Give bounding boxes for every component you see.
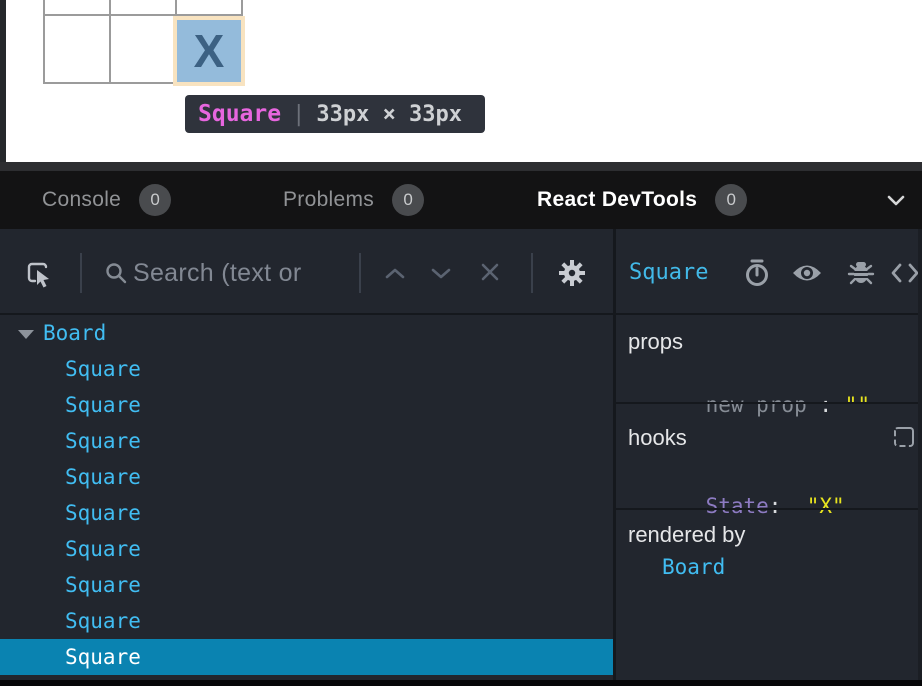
select-cursor-icon — [24, 259, 54, 289]
tree-row-square[interactable]: Square — [0, 387, 613, 423]
board-cell[interactable] — [111, 16, 175, 82]
inspect-element-button[interactable] — [23, 258, 55, 290]
tab-badge: 0 — [715, 184, 747, 216]
section-divider — [616, 402, 922, 404]
state-hook-value[interactable]: "X" — [807, 494, 845, 518]
new-prop-row[interactable]: new prop : "" — [655, 365, 870, 446]
bug-icon — [847, 258, 875, 288]
size-tooltip: Square | 33px × 33px — [185, 95, 485, 133]
window-bottom-edge — [0, 680, 922, 686]
tree-row-square[interactable]: Square — [0, 567, 613, 603]
components-tree: Board Square Square Square Square Square… — [0, 315, 613, 680]
tree-item-label: Square — [65, 645, 141, 669]
close-icon — [479, 261, 501, 283]
rendered-by-section-title: rendered by — [628, 521, 745, 548]
panel-collapse-button[interactable] — [884, 188, 908, 212]
tab-console[interactable]: Console 0 — [42, 171, 171, 229]
tab-label: Console — [42, 188, 121, 212]
hook-name: State — [706, 494, 769, 518]
tree-row-square[interactable]: Square — [0, 423, 613, 459]
tab-label: Problems — [283, 188, 374, 212]
selected-square-highlight[interactable]: X — [177, 20, 241, 82]
tooltip-component-name: Square — [198, 101, 281, 127]
devtools-top-edge — [0, 162, 922, 171]
tree-item-label: Square — [65, 609, 141, 633]
toolbar-divider — [531, 253, 533, 293]
dashed-square-icon[interactable] — [894, 427, 914, 447]
new-prop-value[interactable]: "" — [845, 393, 870, 417]
toolbar-divider — [359, 253, 361, 293]
next-result-button[interactable] — [428, 262, 454, 284]
chevron-down-icon — [887, 195, 905, 206]
props-section-title: props — [628, 328, 683, 355]
search-input[interactable] — [133, 255, 351, 291]
grid-line — [43, 82, 243, 84]
square-value: X — [194, 24, 225, 78]
tree-row-square[interactable]: Square — [0, 459, 613, 495]
code-brackets-icon — [890, 261, 920, 285]
tree-item-label: Square — [65, 573, 141, 597]
grid-line — [109, 0, 111, 84]
tree-item-label: Square — [65, 501, 141, 525]
stopwatch-icon — [743, 258, 771, 288]
tree-row-board[interactable]: Board — [0, 315, 613, 351]
devtools-tabbar: Console 0 Problems 0 React DevTools 0 — [0, 171, 922, 229]
previous-result-button[interactable] — [382, 262, 408, 284]
tooltip-divider: | — [292, 102, 305, 127]
tree-row-square[interactable]: Square — [0, 531, 613, 567]
panel-splitter[interactable] — [613, 229, 616, 680]
details-component-title: Square — [629, 259, 708, 286]
tree-item-label: Square — [65, 357, 141, 381]
hook-separator: : — [769, 494, 782, 518]
clear-search-button[interactable] — [476, 258, 504, 286]
tree-item-label: Square — [65, 429, 141, 453]
toolbar-divider — [80, 253, 82, 293]
tree-item-label: Board — [43, 321, 106, 345]
new-prop-placeholder[interactable]: new prop — [706, 393, 807, 417]
tree-item-label: Square — [65, 465, 141, 489]
tree-item-label: Square — [65, 393, 141, 417]
page-viewport: X Square | 33px × 33px — [0, 0, 922, 162]
chevron-up-icon — [384, 267, 406, 280]
tab-react-devtools[interactable]: React DevTools 0 — [537, 171, 747, 229]
hooks-section-title: hooks — [628, 424, 687, 451]
tree-row-square[interactable]: Square — [0, 351, 613, 387]
panel-right-edge — [918, 229, 922, 680]
tab-badge: 0 — [392, 184, 424, 216]
tab-label: React DevTools — [537, 188, 697, 212]
expander-triangle-icon[interactable] — [18, 330, 34, 339]
tree-row-square-selected[interactable]: Square — [0, 639, 613, 675]
grid-line — [43, 0, 45, 84]
window-left-edge — [0, 0, 6, 162]
tab-problems[interactable]: Problems 0 — [283, 171, 424, 229]
eye-icon — [791, 260, 823, 286]
devtools-window: X Square | 33px × 33px Console 0 Problem… — [0, 0, 922, 686]
chevron-down-icon — [430, 267, 452, 280]
prop-separator: : — [807, 393, 845, 417]
tab-badge: 0 — [139, 184, 171, 216]
tree-row-square[interactable]: Square — [0, 603, 613, 639]
tree-item-label: Square — [65, 537, 141, 561]
search-icon — [103, 260, 129, 286]
suspend-toggle-button[interactable] — [742, 258, 772, 288]
inspect-dom-button[interactable] — [791, 259, 823, 287]
settings-button[interactable] — [556, 257, 588, 289]
section-divider — [616, 508, 922, 510]
tooltip-dimensions: 33px × 33px — [316, 102, 462, 127]
tree-row-square[interactable]: Square — [0, 495, 613, 531]
rendered-by-board-link[interactable]: Board — [662, 554, 725, 581]
grid-line — [241, 0, 243, 84]
gear-icon — [557, 258, 587, 288]
view-source-button[interactable] — [889, 260, 921, 286]
log-to-console-button[interactable] — [846, 258, 876, 288]
grid-line — [43, 14, 243, 16]
board-cell[interactable] — [45, 16, 109, 82]
